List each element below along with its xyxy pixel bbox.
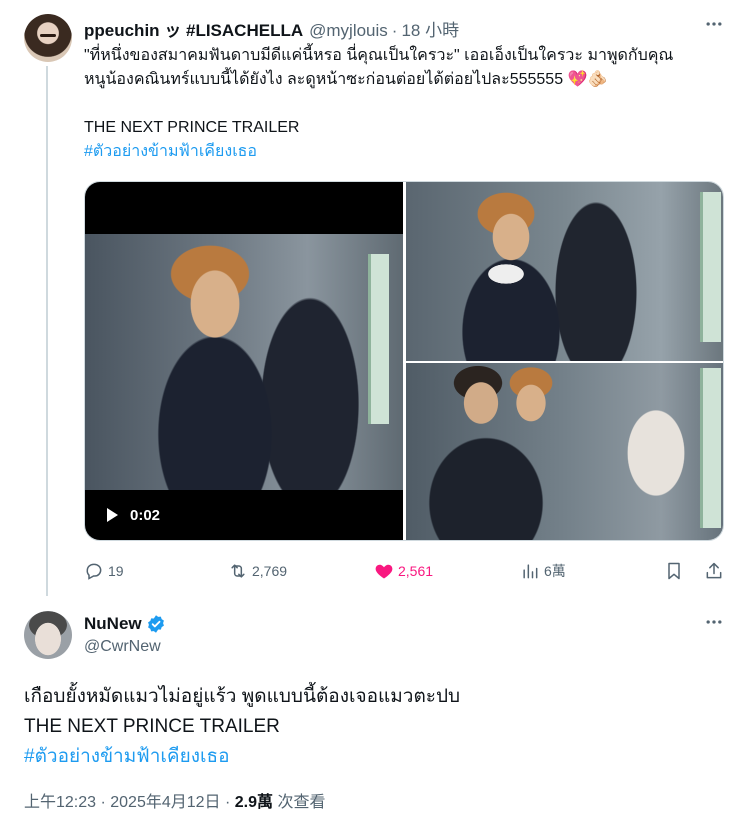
views-button[interactable]: 6萬 bbox=[520, 559, 566, 583]
more-horizontal-icon[interactable] bbox=[702, 14, 726, 34]
tweet-time[interactable]: 18 小時 bbox=[401, 16, 459, 41]
share-upload-icon bbox=[706, 562, 722, 579]
tweet-text-line: THE NEXT PRINCE TRAILER bbox=[84, 119, 300, 136]
tweet-text-line: หนูน้องคณินทร์แบบนี้ได้ยังไง ละดูหน้าซะก… bbox=[84, 71, 564, 88]
reply-button[interactable]: 19 bbox=[84, 559, 124, 583]
bookmark-icon bbox=[668, 562, 680, 580]
video-player[interactable]: 0:02 bbox=[85, 182, 403, 540]
verified-badge-icon bbox=[147, 615, 164, 633]
retweet-count: 2,769 bbox=[252, 563, 288, 579]
tweet-text-line: เกือบยั้งหมัดแมวไม่อยู่แร้ว พูดแบบนี้ต้อ… bbox=[24, 686, 461, 707]
avatar-nunew[interactable] bbox=[24, 611, 72, 659]
avatar-ppeuchin[interactable] bbox=[24, 14, 72, 62]
like-count: 2,561 bbox=[398, 563, 434, 579]
main-tweet-header: NuNew bbox=[84, 614, 166, 634]
reply-bubble-icon bbox=[86, 563, 102, 580]
bar-chart-icon bbox=[523, 564, 538, 579]
emoji-heart-hand: 💖🫵🏻 bbox=[567, 71, 608, 88]
play-icon[interactable] bbox=[107, 508, 118, 522]
retweet-button[interactable]: 2,769 bbox=[228, 559, 287, 583]
media-grid: 0:02 bbox=[84, 181, 724, 541]
video-controls: 0:02 bbox=[85, 490, 403, 540]
video-time: 0:02 bbox=[130, 506, 161, 524]
heart-icon bbox=[375, 564, 393, 579]
tweet-actions: 19 2,769 2,561 6萬 bbox=[84, 559, 724, 583]
views-count: 6萬 bbox=[544, 563, 566, 579]
hashtag-link[interactable]: #ตัวอย่างข้ามฟ้าเคียงเธอ bbox=[84, 140, 734, 164]
reply-count: 19 bbox=[108, 563, 124, 579]
tweet-header: ppeuchin ッ #LISACHELLA @myjlouis · 18 小時 bbox=[84, 16, 459, 41]
tweet-timestamp[interactable]: 上午12:23 · 2025年4月12日 · bbox=[24, 794, 235, 811]
main-tweet-text: เกือบยั้งหมัดแมวไม่อยู่แร้ว พูดแบบนี้ต้อ… bbox=[24, 682, 724, 772]
tweet-text-line: "ที่หนึ่งของสมาคมฟันดาบมีดีแค่นี้หรอ นี่… bbox=[84, 47, 674, 64]
display-name[interactable]: NuNew bbox=[84, 614, 142, 634]
user-handle[interactable]: @CwrNew bbox=[84, 638, 161, 656]
video-frame bbox=[85, 234, 403, 490]
share-button[interactable] bbox=[704, 559, 724, 583]
tweet-text: "ที่หนึ่งของสมาคมฟันดาบมีดีแค่นี้หรอ นี่… bbox=[84, 44, 734, 164]
thread-connector-line bbox=[46, 66, 48, 596]
views-label: 次查看 bbox=[273, 794, 326, 811]
media-image-2[interactable] bbox=[406, 182, 723, 361]
bookmark-button[interactable] bbox=[664, 559, 684, 583]
tweet-metadata: 上午12:23 · 2025年4月12日 · 2.9萬 次查看 bbox=[24, 788, 325, 812]
more-horizontal-icon[interactable] bbox=[702, 612, 726, 632]
views-count: 2.9萬 bbox=[234, 794, 274, 811]
retweet-arrows-icon bbox=[231, 564, 245, 578]
display-name[interactable]: ppeuchin ッ #LISACHELLA bbox=[84, 16, 303, 41]
user-handle[interactable]: @myjlouis bbox=[309, 21, 388, 41]
separator-dot: · bbox=[391, 21, 398, 40]
hashtag-link[interactable]: #ตัวอย่างข้ามฟ้าเคียงเธอ bbox=[24, 742, 724, 772]
tweet-text-line: THE NEXT PRINCE TRAILER bbox=[24, 716, 280, 737]
media-image-3[interactable] bbox=[406, 363, 723, 540]
like-button[interactable]: 2,561 bbox=[374, 559, 433, 583]
